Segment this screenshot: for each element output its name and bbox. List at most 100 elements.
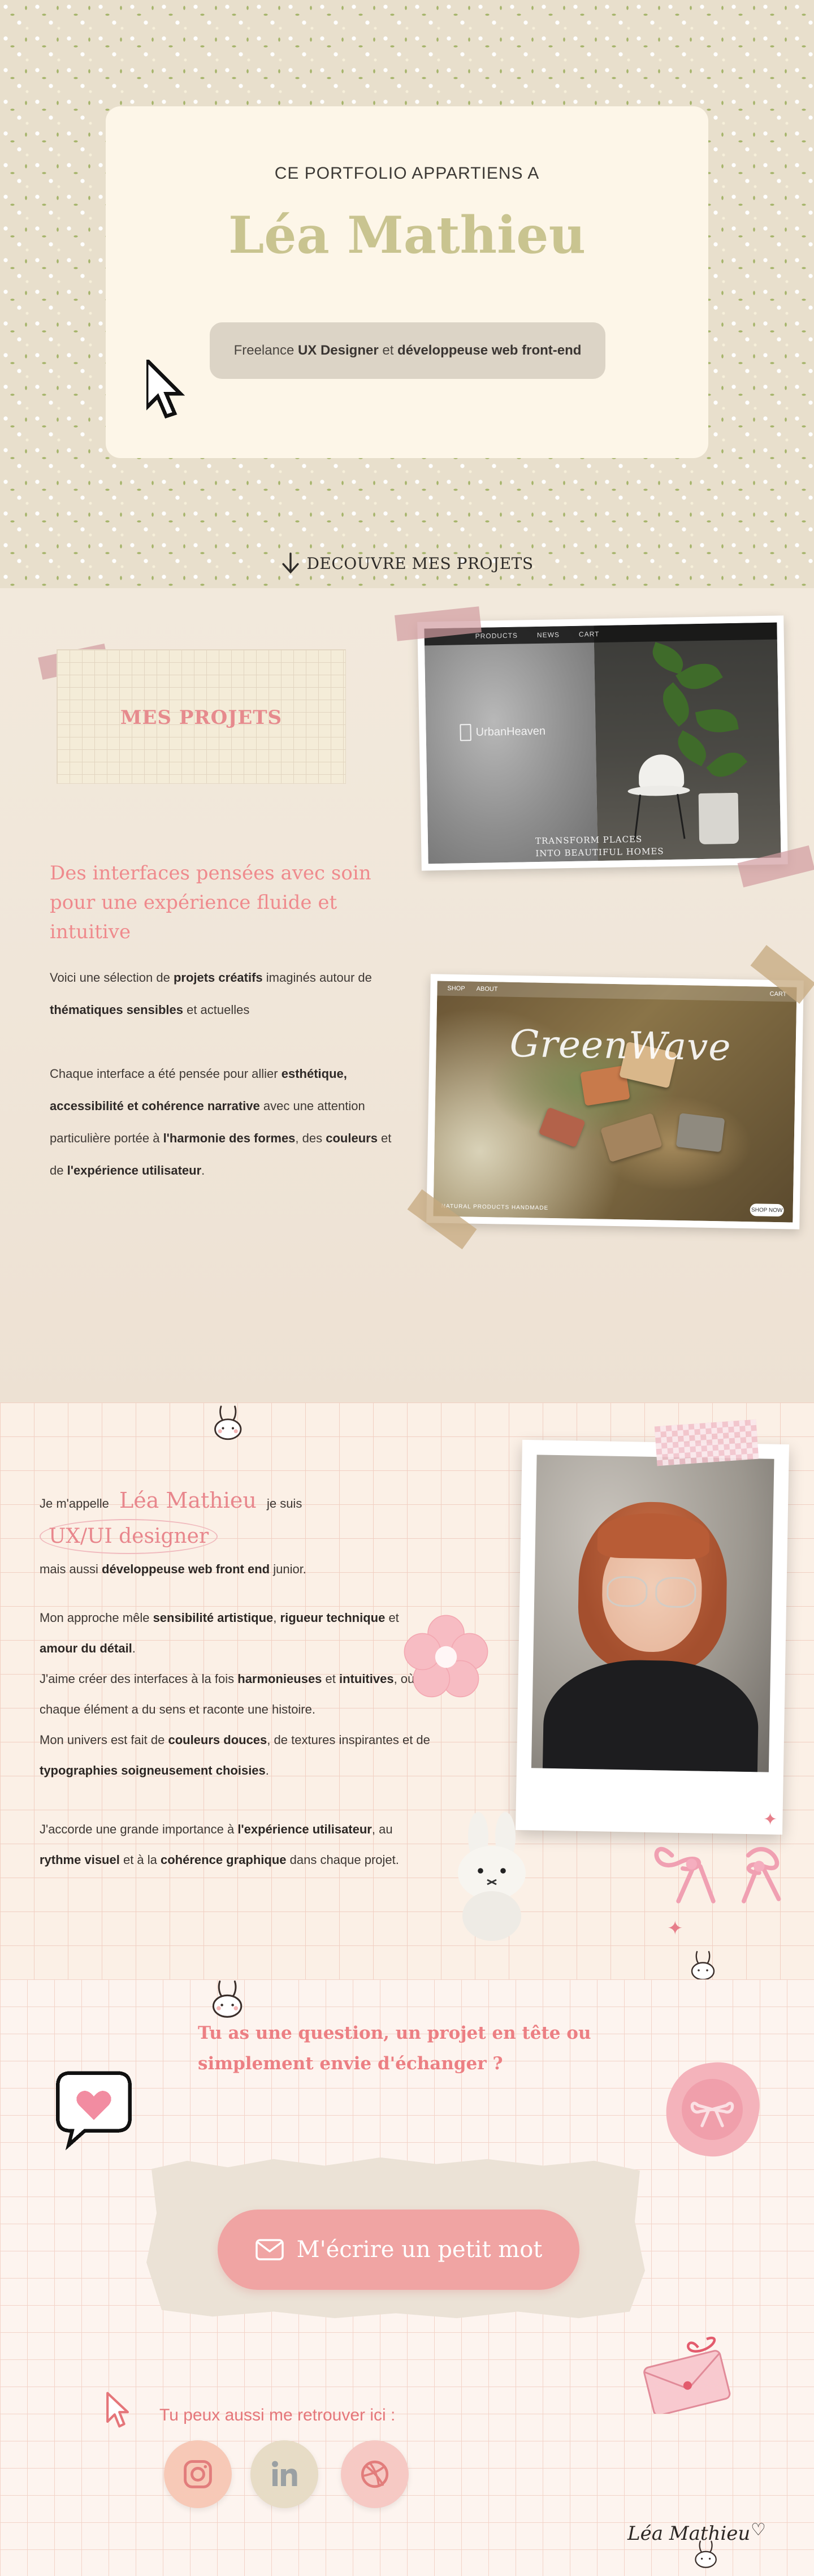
- page: CE PORTFOLIO APPARTIENS A Léa Mathieu Fr…: [0, 0, 814, 2576]
- text: Mon univers est fait de: [40, 1733, 168, 1747]
- bow-icon: [654, 1846, 781, 1904]
- greenwave-preview: SHOP ABOUT CART GreenWave NATURAL PRODUC…: [433, 981, 797, 1223]
- text: , de textures inspirantes et de: [267, 1733, 430, 1747]
- plant-pot-image: [698, 792, 739, 845]
- text: Voici une sélection de: [50, 970, 174, 985]
- project-card-urban-heaven[interactable]: PRODUCTS NEWS CART UrbanHeaven TRANSFORM…: [417, 615, 788, 871]
- envelope-bow-icon: [643, 2336, 731, 2414]
- instagram-icon: [184, 2460, 212, 2488]
- urban-tagline: TRANSFORM PLACES INTO BEAUTIFUL HOMES: [535, 832, 664, 860]
- dribbble-link[interactable]: [341, 2440, 409, 2508]
- greenwave-button: SHOP NOW: [750, 1203, 784, 1217]
- urban-tagline-2: INTO BEAUTIFUL HOMES: [535, 846, 664, 859]
- text: , au: [371, 1822, 393, 1836]
- text: mais aussi: [40, 1562, 102, 1576]
- project-card-greenwave[interactable]: SHOP ABOUT CART GreenWave NATURAL PRODUC…: [426, 974, 804, 1229]
- projects-heading: Des interfaces pensées avec soin pour un…: [50, 862, 371, 943]
- text-bold: développeuse web front end: [102, 1562, 270, 1576]
- greenwave-nav-item: ABOUT: [476, 985, 498, 993]
- text-bold: harmonieuses: [237, 1672, 322, 1686]
- urban-heaven-preview: PRODUCTS NEWS CART UrbanHeaven TRANSFORM…: [424, 622, 781, 864]
- chair-image: [627, 754, 696, 840]
- urban-logo: UrbanHeaven: [460, 723, 545, 741]
- greenwave-nav-item: SHOP: [447, 985, 465, 993]
- discover-projects-link[interactable]: DECOUVRE MES PROJETS: [0, 546, 814, 580]
- heart-outline-icon: ♡: [751, 2521, 766, 2539]
- flower-icon: [404, 1615, 488, 1698]
- urban-nav-item: CART: [578, 630, 600, 638]
- hero-name: Léa Mathieu: [228, 205, 586, 265]
- about-create: J'aime créer des interfaces à la fois ha…: [40, 1664, 435, 1725]
- text: .: [132, 1641, 136, 1655]
- about-ux: J'accorde une grande importance à l'expé…: [40, 1814, 435, 1875]
- contact-question: Tu as une question, un projet en tête ou…: [198, 2018, 594, 2079]
- text: J'aime créer des interfaces à la fois: [40, 1672, 238, 1686]
- projects-label-card: MES PROJETS: [57, 649, 346, 784]
- find-me-label: Tu peux aussi me retrouver ici :: [159, 2406, 396, 2424]
- wax-seal-icon: [666, 2062, 760, 2157]
- text-bold: intuitives: [339, 1672, 394, 1686]
- text-bold: l'expérience utilisateur: [67, 1163, 202, 1177]
- about-intro: Je m'appelle Léa Mathieu je suis UX/UI d…: [40, 1485, 435, 1585]
- text: ,: [273, 1611, 280, 1625]
- text-bold: typographies soigneusement choisies: [40, 1763, 266, 1777]
- text: et à la: [119, 1853, 161, 1867]
- text-bold: amour du détail: [40, 1641, 132, 1655]
- contact-question-line-1: Tu as une question, un projet en tête ou: [198, 2023, 591, 2043]
- text-bold: rigueur technique: [280, 1611, 386, 1625]
- bunny-icon: [691, 1951, 715, 1980]
- urban-nav-item: NEWS: [536, 631, 560, 639]
- about-section: Je m'appelle Léa Mathieu je suis UX/UI d…: [0, 1403, 814, 1980]
- projects-label: MES PROJETS: [120, 706, 283, 729]
- text-bold: projets créatifs: [173, 970, 263, 985]
- instagram-link[interactable]: [164, 2440, 232, 2508]
- pixel-cursor-icon: [146, 360, 185, 419]
- text: et: [385, 1611, 399, 1625]
- about-approach: Mon approche mêle sensibilité artistique…: [40, 1603, 435, 1664]
- text: et: [322, 1672, 339, 1686]
- write-message-label: M'écrire un petit mot: [296, 2237, 543, 2263]
- projects-paragraph-1: Voici une sélection de projets créatifs …: [50, 961, 400, 1026]
- tagline-prefix: Freelance: [233, 343, 295, 358]
- hero-section: CE PORTFOLIO APPARTIENS A Léa Mathieu Fr…: [0, 0, 814, 588]
- hero-card: CE PORTFOLIO APPARTIENS A Léa Mathieu Fr…: [106, 106, 708, 458]
- text-bold: rythme visuel: [40, 1853, 120, 1867]
- concrete-background: [424, 625, 598, 864]
- miffy-plush-icon: [458, 1812, 526, 1941]
- text-bold: thématiques sensibles: [50, 1003, 183, 1017]
- about-text: Je m'appelle Léa Mathieu je suis UX/UI d…: [40, 1485, 435, 1875]
- portrait-photo: [531, 1455, 774, 1772]
- sparkle-icon: ✦: [763, 1810, 778, 1829]
- text-bold: sensibilité artistique: [153, 1611, 274, 1625]
- text: Mon approche mêle: [40, 1611, 153, 1625]
- bunny-icon: [214, 1405, 242, 1440]
- projects-section: MES PROJETS Des interfaces pensées avec …: [0, 588, 814, 1403]
- dribbble-icon: [361, 2460, 389, 2488]
- text: , des: [295, 1131, 326, 1145]
- projects-paragraph-2: Chaque interface a été pensée pour allie…: [50, 1058, 400, 1186]
- greenwave-title: GreenWave: [509, 1021, 732, 1069]
- text: je suis: [263, 1496, 302, 1511]
- linkedin-icon: [272, 2461, 297, 2486]
- text: dans chaque projet.: [286, 1853, 399, 1867]
- building-icon: [460, 724, 471, 741]
- discover-label: DECOUVRE MES PROJETS: [306, 554, 534, 573]
- about-role: UX/UI designer: [40, 1519, 218, 1554]
- text: junior.: [270, 1562, 306, 1576]
- tagline-role-1: UX Designer: [297, 343, 379, 358]
- text-bold: cohérence graphique: [161, 1853, 287, 1867]
- linkedin-link[interactable]: [250, 2440, 318, 2508]
- text: .: [201, 1163, 205, 1177]
- tagline-role-2: développeuse web front-end: [397, 343, 582, 358]
- text: Je m'appelle: [40, 1496, 112, 1511]
- urban-logo-text: UrbanHeaven: [475, 724, 546, 739]
- text-bold: couleurs: [326, 1131, 378, 1145]
- bunny-icon: [212, 1980, 243, 2018]
- urban-nav-item: PRODUCTS: [475, 631, 518, 640]
- bunny-icon: [695, 2540, 717, 2568]
- text: .: [265, 1763, 269, 1777]
- contact-question-line-2: simplement envie d'échanger ?: [198, 2053, 503, 2074]
- write-message-button[interactable]: M'écrire un petit mot: [218, 2210, 579, 2290]
- text-bold: l'expérience utilisateur: [237, 1822, 372, 1836]
- text-bold: couleurs douces: [168, 1733, 267, 1747]
